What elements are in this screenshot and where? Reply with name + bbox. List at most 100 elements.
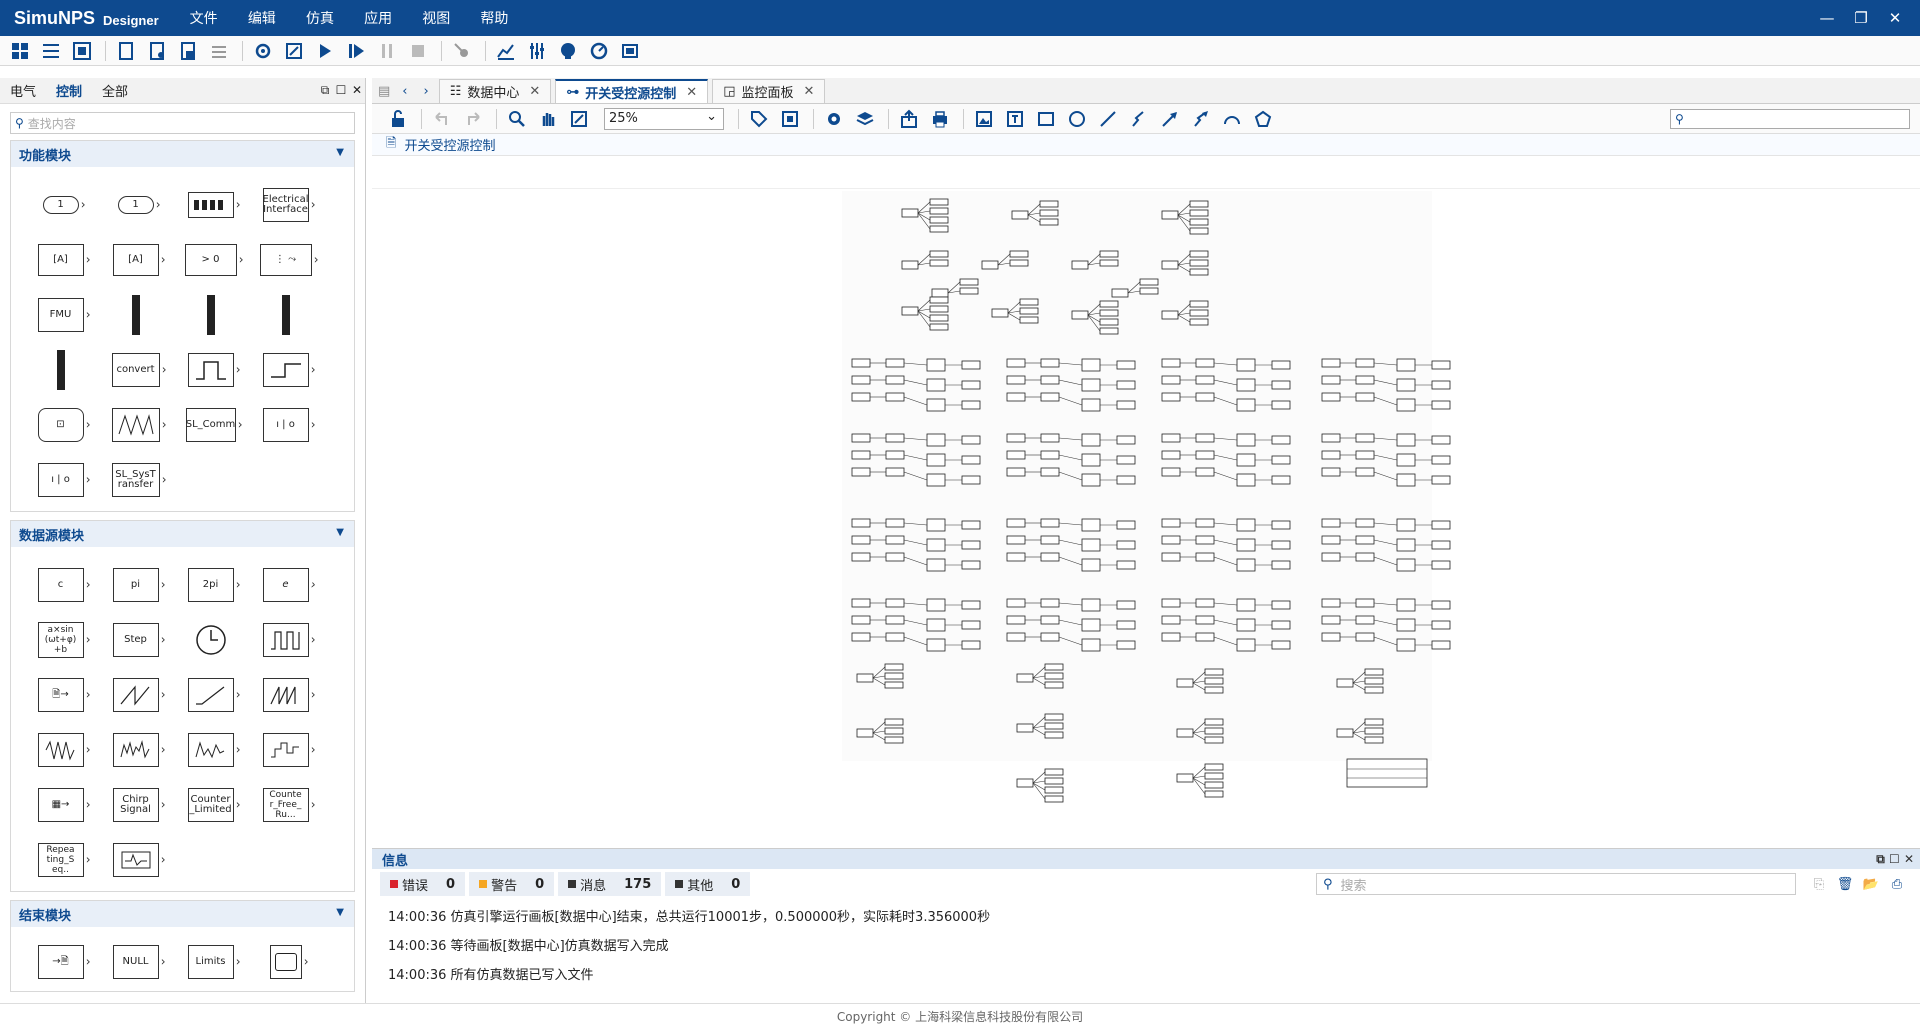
close-icon[interactable]: ✕	[529, 84, 540, 99]
restore-icon[interactable]: ❐	[1844, 9, 1878, 27]
chirp-signal-block[interactable]: Chirp Signal	[98, 777, 173, 832]
ramp-block[interactable]	[173, 667, 248, 722]
switch-block[interactable]: > 0	[173, 232, 248, 287]
zoom-in-icon[interactable]	[503, 106, 531, 132]
from-file-block[interactable]: 🗎→	[23, 667, 98, 722]
line-icon[interactable]	[1094, 106, 1122, 132]
other-filter[interactable]: 其他 0	[665, 872, 751, 896]
pi-block[interactable]: pi	[98, 557, 173, 612]
menu-apps[interactable]: 应用	[351, 8, 405, 28]
save-file-icon[interactable]	[174, 38, 202, 64]
gauge-icon[interactable]	[585, 38, 613, 64]
polyline-icon[interactable]	[1125, 106, 1153, 132]
limits-block[interactable]: Limits	[173, 937, 248, 987]
monitor-icon[interactable]	[554, 38, 582, 64]
tab-next-icon[interactable]: ›	[414, 84, 439, 103]
tab-data-center[interactable]: ☷ 数据中心 ✕	[438, 79, 552, 103]
counter-free-running-block[interactable]: Counte r_Free_ Ru...	[248, 777, 323, 832]
pause-icon[interactable]	[373, 38, 401, 64]
device-icon[interactable]	[616, 38, 644, 64]
inport-block[interactable]: 1	[23, 177, 98, 232]
band-noise-block[interactable]	[173, 722, 248, 777]
polyline-arrow-icon[interactable]	[1187, 106, 1215, 132]
pan-icon[interactable]	[534, 106, 562, 132]
edit-icon[interactable]	[280, 38, 308, 64]
pulse-generator-block[interactable]	[248, 612, 323, 667]
ellipse-icon[interactable]	[1063, 106, 1091, 132]
display-block[interactable]	[248, 937, 323, 987]
rectangle-icon[interactable]	[1032, 106, 1060, 132]
null-block[interactable]: NULL	[98, 937, 173, 987]
menu-edit[interactable]: 编辑	[235, 8, 289, 28]
info-search-input[interactable]: ⚲ 搜索	[1316, 873, 1796, 895]
from-workspace-block[interactable]: ▦→	[23, 777, 98, 832]
demux-block[interactable]	[173, 287, 248, 342]
section-header[interactable]: 数据源模块 ▼	[11, 521, 354, 547]
library-search-input[interactable]: ⚲ 查找内容	[10, 112, 355, 134]
2pi-block[interactable]: 2pi	[173, 557, 248, 612]
text-icon[interactable]	[1001, 106, 1029, 132]
image-icon[interactable]	[970, 106, 998, 132]
diagram-canvas[interactable]	[372, 188, 1920, 846]
float-icon[interactable]: ⧉	[1876, 852, 1889, 866]
chart-icon[interactable]	[492, 38, 520, 64]
sine-block[interactable]: a×sin (ωt+φ) +b	[23, 612, 98, 667]
menu-help[interactable]: 帮助	[467, 8, 521, 28]
lib-tab-control[interactable]: 控制	[46, 81, 92, 100]
breadcrumb-item[interactable]: 开关受控源控制	[404, 135, 495, 154]
panel-icon[interactable]	[68, 38, 96, 64]
waveform-block[interactable]	[98, 832, 173, 887]
warning-filter[interactable]: 警告 0	[469, 872, 555, 896]
arrow-icon[interactable]	[1156, 106, 1184, 132]
copy-icon[interactable]: ⎘	[1806, 877, 1832, 892]
settings-list-icon[interactable]	[205, 38, 233, 64]
pulse-block[interactable]	[173, 342, 248, 397]
section-header[interactable]: 结束模块 ▼	[11, 901, 354, 927]
constant-block[interactable]: c	[23, 557, 98, 612]
outport-block[interactable]: 1	[98, 177, 173, 232]
io-block-2[interactable]: ı | o	[23, 452, 98, 507]
section-header[interactable]: 功能模块 ▼	[11, 141, 354, 167]
sl-comm-block[interactable]: SL_Comm	[173, 397, 248, 452]
config-icon[interactable]	[249, 38, 277, 64]
step-block[interactable]	[248, 342, 323, 397]
io-block[interactable]: ı | o	[248, 397, 323, 452]
random-block[interactable]	[98, 722, 173, 777]
arc-icon[interactable]	[1218, 106, 1246, 132]
panel-close-icon[interactable]: ✕	[1904, 852, 1914, 866]
grid-view-icon[interactable]	[6, 38, 34, 64]
from-block[interactable]: [A]	[98, 232, 173, 287]
close-icon[interactable]: ✕	[1878, 9, 1912, 27]
menu-simulate[interactable]: 仿真	[293, 8, 347, 28]
undo-icon[interactable]	[428, 106, 456, 132]
unlock-icon[interactable]	[384, 106, 412, 132]
message-filter[interactable]: 消息 175	[558, 872, 662, 896]
sliders-icon[interactable]	[523, 38, 551, 64]
run-icon[interactable]	[311, 38, 339, 64]
maximize-icon[interactable]: ☐	[333, 83, 349, 98]
print-icon[interactable]	[926, 106, 954, 132]
panel-close-icon[interactable]: ✕	[349, 83, 365, 98]
counter-limited-block[interactable]: Counter _Limited	[173, 777, 248, 832]
repeating-sequence-block[interactable]: Repea ting_S eq..	[23, 832, 98, 887]
gear-icon[interactable]	[820, 106, 848, 132]
bus-selector-block[interactable]	[248, 287, 323, 342]
delete-icon[interactable]: 🗑	[1832, 877, 1858, 892]
sl-systransfer-block[interactable]: SL_SysT ransfer	[98, 452, 173, 507]
tab-menu-icon[interactable]: ▤	[372, 84, 396, 103]
triangle-block[interactable]	[98, 397, 173, 452]
maximize-icon[interactable]: ☐	[1889, 852, 1904, 866]
convert-block[interactable]: convert	[98, 342, 173, 397]
subsystem-block[interactable]: ⊡	[23, 397, 98, 452]
stop-icon[interactable]	[404, 38, 432, 64]
tab-prev-icon[interactable]: ‹	[396, 84, 413, 103]
repeating-sawtooth-block[interactable]	[248, 667, 323, 722]
step-icon[interactable]	[342, 38, 370, 64]
to-file-block[interactable]: →🗎	[23, 937, 98, 987]
tag-icon[interactable]	[745, 106, 773, 132]
zoom-select[interactable]: 25%	[604, 107, 724, 130]
menu-file[interactable]: 文件	[177, 8, 231, 28]
new-file-icon[interactable]	[112, 38, 140, 64]
menu-view[interactable]: 视图	[409, 8, 463, 28]
sawtooth-block[interactable]	[98, 667, 173, 722]
